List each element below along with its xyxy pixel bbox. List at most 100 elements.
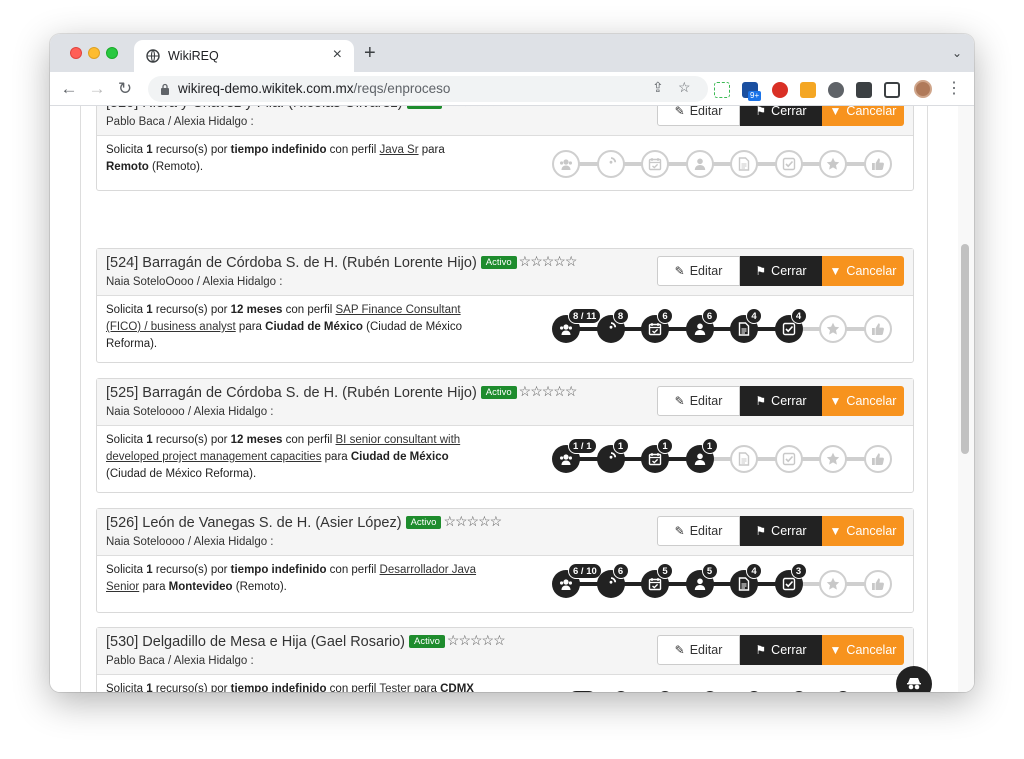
extension-folder-icon[interactable] xyxy=(800,82,816,98)
edit-button[interactable]: ✎ Editar xyxy=(657,635,740,665)
requisition-title[interactable]: [530] Delgadillo de Mesa e Hija (Gael Ro… xyxy=(106,634,405,650)
rating-stars[interactable]: ☆☆☆☆☆ xyxy=(443,513,502,529)
requisition-title[interactable]: [525] Barragán de Córdoba S. de H. (Rubé… xyxy=(106,385,477,401)
thumbs-up-icon[interactable] xyxy=(863,570,892,598)
rating-stars[interactable]: ☆☆☆☆☆ xyxy=(519,383,578,399)
extension-gear-icon[interactable] xyxy=(828,82,844,98)
desc-highlight: Montevideo xyxy=(168,581,233,593)
scrollbar-thumb[interactable] xyxy=(961,244,969,454)
edit-icon: ✎ xyxy=(674,264,685,278)
share-icon[interactable]: ⇪ xyxy=(652,79,664,96)
step-count-badge: 6 xyxy=(701,308,718,324)
desc-text: con perfil xyxy=(326,564,380,576)
cancel-requisition-button[interactable]: ▼ Cancelar xyxy=(822,635,904,665)
status-badge: Activo xyxy=(406,106,443,109)
cancel-requisition-button[interactable]: ▼ Cancelar xyxy=(822,386,904,416)
extension-badge: 9+ xyxy=(748,91,762,101)
pipeline: 6 / 10 6 5 5 4 3 xyxy=(552,563,904,598)
step-count-badge: 8 xyxy=(612,308,629,324)
card-body: Solicita 1 recurso(s) por tiempo indefin… xyxy=(97,675,913,692)
close-label: Cerrar xyxy=(771,643,807,657)
step-count-badge: 2 / 2 xyxy=(568,690,597,692)
step-count-badge: 2 xyxy=(746,690,762,692)
star-icon[interactable] xyxy=(819,570,847,598)
profile-avatar[interactable] xyxy=(914,80,932,98)
document-icon[interactable] xyxy=(730,445,758,473)
address-bar[interactable]: wikireq-demo.wikitek.com.mx/reqs/enproce… xyxy=(148,76,708,102)
puzzle-icon[interactable] xyxy=(856,82,872,98)
cancel-requisition-button[interactable]: ▼ Cancelar xyxy=(822,256,904,286)
status-badge: Activo xyxy=(480,256,517,269)
edit-label: Editar xyxy=(689,524,723,538)
chevron-down-icon[interactable]: ⌄ xyxy=(952,46,962,60)
card-actions: ✎ Editar ⚑ Cerrar ▼ Cancelar xyxy=(657,106,904,126)
card-recruiters: Pablo Baca / Alexia Hidalgo : xyxy=(106,655,254,667)
close-tab-icon[interactable]: × xyxy=(333,46,342,64)
check-icon[interactable] xyxy=(774,445,803,473)
star-icon[interactable] xyxy=(819,445,847,473)
edit-button[interactable]: ✎ Editar xyxy=(657,516,740,546)
requisition-title[interactable]: [524] Barragán de Córdoba S. de H. (Rubé… xyxy=(106,255,477,271)
close-requisition-button[interactable]: ⚑ Cerrar xyxy=(740,386,822,416)
thumbs-down-icon: ▼ xyxy=(829,394,842,408)
reload-button[interactable]: ↻ xyxy=(114,77,136,101)
screenshot-extension-icon[interactable] xyxy=(714,82,730,98)
close-requisition-button[interactable]: ⚑ Cerrar xyxy=(740,635,822,665)
user-icon[interactable] xyxy=(685,150,714,178)
close-requisition-button[interactable]: ⚑ Cerrar xyxy=(740,516,822,546)
back-button[interactable]: ← xyxy=(58,77,80,101)
edit-button[interactable]: ✎ Editar xyxy=(657,106,740,126)
desc-text: Solicita xyxy=(106,564,147,576)
browser-window: WikiREQ × + ⌄ ← → ↻ wikireq-demo.wikitek… xyxy=(50,34,974,692)
desc-text: con perfil xyxy=(326,683,380,692)
thumbs-up-icon[interactable] xyxy=(863,315,892,343)
extension-icon[interactable]: 9+ xyxy=(742,82,762,101)
edit-icon: ✎ xyxy=(674,394,685,408)
close-requisition-button[interactable]: ⚑ Cerrar xyxy=(740,106,822,126)
rating-stars[interactable]: ☆☆☆☆☆ xyxy=(444,106,503,109)
extension-red-icon[interactable] xyxy=(772,82,788,98)
profile-link[interactable]: Tester xyxy=(379,683,410,692)
step-count-badge: 5 xyxy=(701,563,718,579)
rating-stars[interactable]: ☆☆☆☆☆ xyxy=(447,632,506,648)
desc-highlight: Remoto xyxy=(106,161,149,173)
edit-button[interactable]: ✎ Editar xyxy=(657,256,740,286)
people-icon[interactable] xyxy=(552,150,580,178)
close-window-button[interactable] xyxy=(70,47,82,59)
side-panel-icon[interactable] xyxy=(884,82,900,98)
step-count-badge: 5 xyxy=(657,563,673,579)
edit-button[interactable]: ✎ Editar xyxy=(657,386,740,416)
profile-link[interactable]: Java Sr xyxy=(380,144,419,156)
requisition-title[interactable]: [526] León de Vanegas S. de H. (Asier Ló… xyxy=(106,515,402,531)
check-icon[interactable] xyxy=(774,150,803,178)
cancel-requisition-button[interactable]: ▼ Cancelar xyxy=(822,106,904,126)
browser-tab[interactable]: WikiREQ × xyxy=(134,40,354,72)
cancel-requisition-button[interactable]: ▼ Cancelar xyxy=(822,516,904,546)
calendar-icon[interactable] xyxy=(641,150,669,178)
location-icon[interactable] xyxy=(596,150,625,178)
desc-text: Solicita xyxy=(106,434,147,446)
forward-button[interactable]: → xyxy=(86,77,108,101)
minimize-window-button[interactable] xyxy=(88,47,100,59)
edit-icon: ✎ xyxy=(674,106,685,118)
thumbs-up-icon[interactable] xyxy=(863,445,892,473)
more-menu-icon[interactable]: ⋮ xyxy=(946,78,962,98)
close-requisition-button[interactable]: ⚑ Cerrar xyxy=(740,256,822,286)
desc-text: (Remoto). xyxy=(148,161,204,173)
star-icon[interactable] xyxy=(819,150,847,178)
bookmark-star-icon[interactable]: ☆ xyxy=(678,79,691,96)
desc-text: para xyxy=(139,581,169,593)
card-actions: ✎ Editar ⚑ Cerrar ▼ Cancelar xyxy=(657,635,904,665)
requisition-card: [526] León de Vanegas S. de H. (Asier Ló… xyxy=(96,508,914,613)
new-tab-button[interactable]: + xyxy=(364,43,376,63)
pipeline: 8 / 11 8 6 6 4 4 xyxy=(552,308,904,343)
rating-stars[interactable]: ☆☆☆☆☆ xyxy=(519,253,578,269)
thumbs-up-icon[interactable] xyxy=(863,150,892,178)
maximize-window-button[interactable] xyxy=(106,47,118,59)
document-icon[interactable] xyxy=(730,150,758,178)
requisition-title[interactable]: [520] Riera y Chávez y Flia. (Nicolás Ol… xyxy=(106,106,403,111)
tab-title: WikiREQ xyxy=(168,49,219,63)
star-icon[interactable] xyxy=(819,315,847,343)
cancel-label: Cancelar xyxy=(846,106,897,118)
desc-text: recurso(s) por xyxy=(152,434,231,446)
